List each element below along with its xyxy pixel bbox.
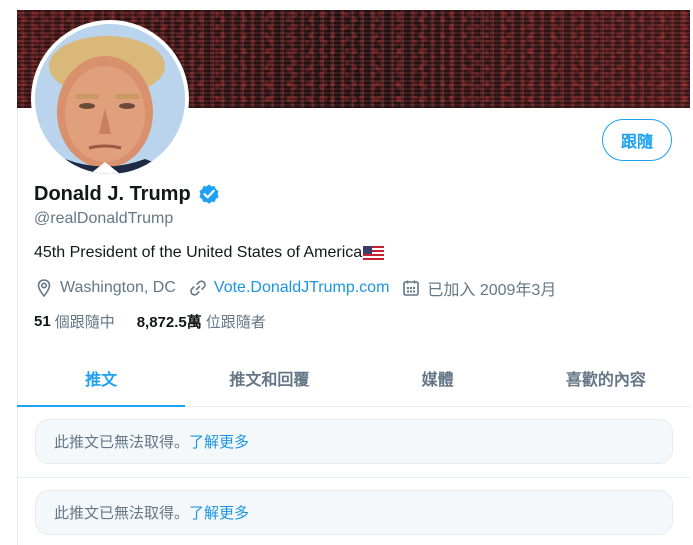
followers-stat[interactable]: 8,872.5萬 位跟隨者: [137, 311, 266, 332]
avatar-portrait-image: [35, 24, 185, 174]
calendar-icon: [403, 280, 420, 296]
unavailable-message: 此推文已無法取得。: [54, 505, 190, 522]
profile-website[interactable]: Vote.DonaldJTrump.com: [188, 278, 389, 298]
profile-join-date: 已加入 2009年3月: [401, 276, 556, 300]
unavailable-message: 此推文已無法取得。: [54, 434, 190, 451]
following-label: 個跟隨中: [54, 314, 115, 331]
profile-meta-row: Washington, DC Vote.DonaldJTrump.com 已加入…: [34, 276, 568, 300]
timeline-item: 此推文已無法取得。 了解更多: [17, 407, 690, 478]
join-date-text: 已加入 2009年3月: [427, 282, 557, 299]
followers-count: 8,872.5萬: [136, 314, 202, 331]
profile-location: Washington, DC: [34, 278, 176, 298]
followers-label: 位跟隨者: [205, 314, 266, 331]
tab-likes[interactable]: 喜歡的內容: [522, 350, 690, 406]
profile-stats: 51 個跟隨中 8,872.5萬 位跟隨者: [34, 311, 288, 332]
profile-handle: @realDonaldTrump: [34, 210, 174, 227]
following-stat[interactable]: 51 個跟隨中: [34, 311, 115, 332]
learn-more-link[interactable]: 了解更多: [189, 502, 249, 523]
location-pin-icon: [37, 279, 51, 298]
unavailable-tweet-notice: 此推文已無法取得。 了解更多: [35, 490, 673, 535]
profile-bio: 45th President of the United States of A…: [34, 244, 385, 262]
verified-badge-icon: [197, 182, 221, 206]
avatar[interactable]: [35, 24, 185, 174]
location-text: Washington, DC: [60, 279, 176, 296]
tab-tweets-and-replies[interactable]: 推文和回覆: [185, 350, 353, 406]
website-link[interactable]: Vote.DonaldJTrump.com: [214, 279, 389, 297]
following-count: 51: [34, 313, 51, 330]
timeline-item: 此推文已無法取得。 了解更多: [17, 478, 690, 545]
follow-button[interactable]: 跟隨: [602, 119, 672, 161]
tab-media[interactable]: 媒體: [354, 350, 522, 406]
learn-more-link[interactable]: 了解更多: [189, 431, 249, 452]
profile-display-name: Donald J. Trump: [34, 182, 191, 205]
profile-tabs: 推文 推文和回覆 媒體 喜歡的內容: [17, 350, 690, 407]
bio-text: 45th President of the United States of A…: [34, 244, 363, 261]
avatar-frame: [31, 20, 189, 178]
name-row: Donald J. Trump: [34, 182, 221, 206]
profile-page: 跟隨 Donald J. Trump @realDonaldTrump 45th…: [0, 0, 693, 545]
link-icon: [190, 280, 206, 296]
us-flag-emoji: [363, 246, 385, 260]
unavailable-tweet-notice: 此推文已無法取得。 了解更多: [35, 419, 673, 464]
tab-tweets[interactable]: 推文: [17, 350, 186, 407]
